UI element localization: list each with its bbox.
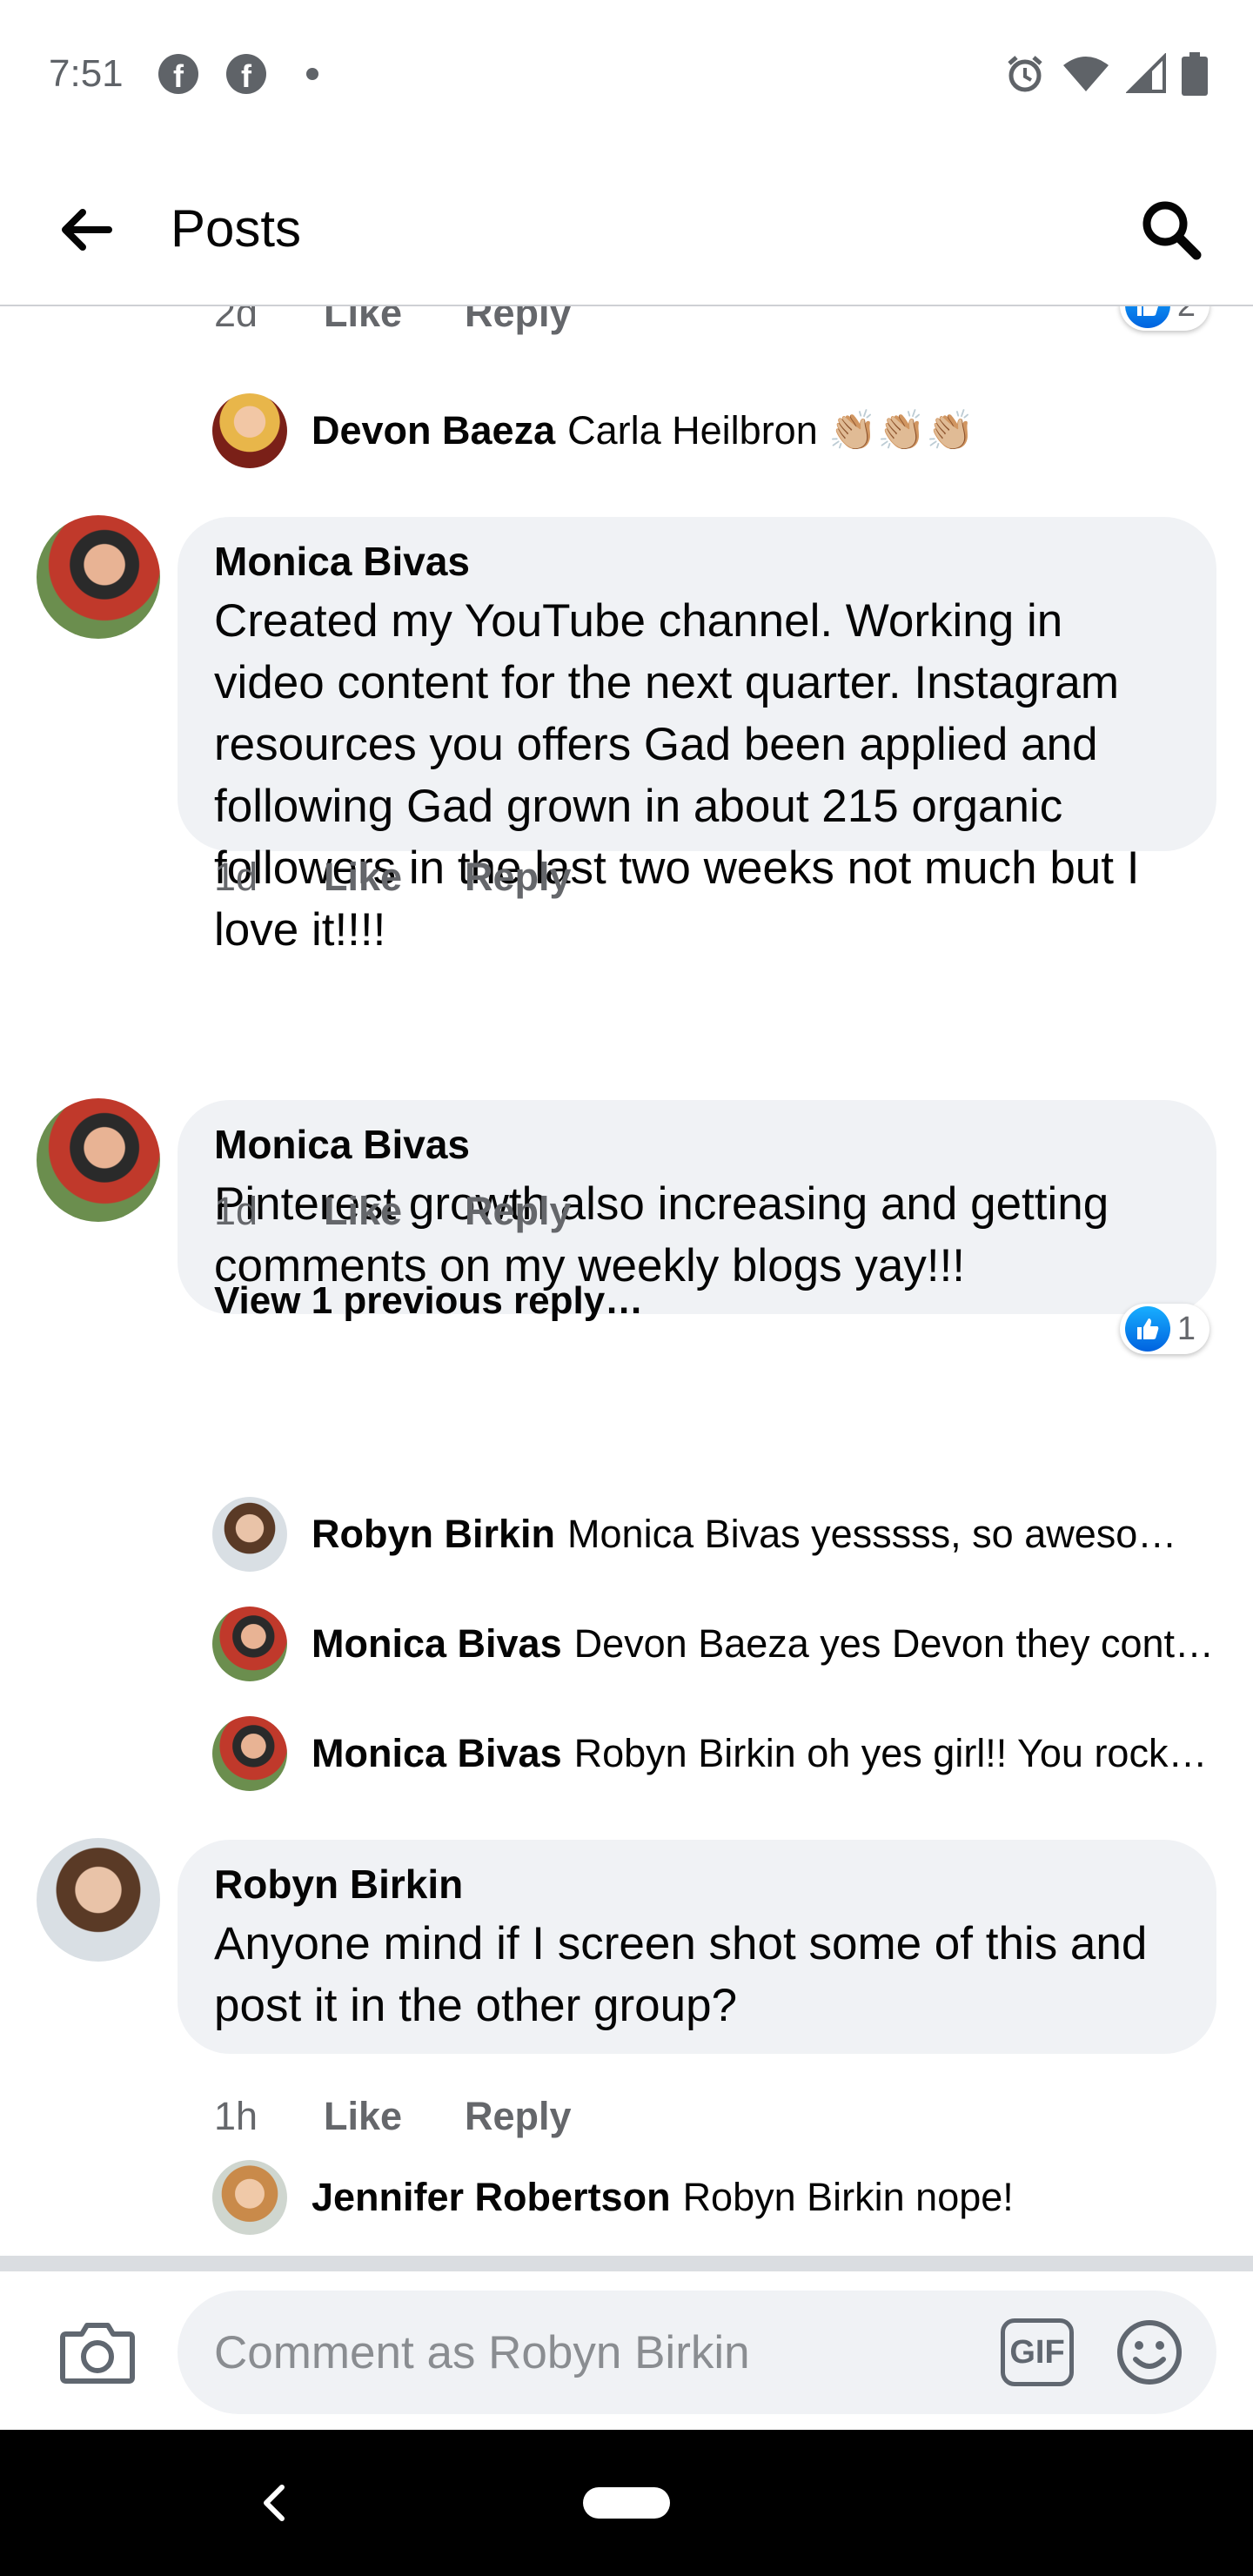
dot-icon — [306, 68, 318, 80]
thumbs-up-icon — [1124, 1306, 1170, 1352]
comment-text: Anyone mind if I screen shot some of thi… — [214, 1918, 1148, 2031]
gif-button[interactable]: GIF — [1001, 2318, 1074, 2386]
like-link[interactable]: Like — [324, 1189, 465, 1234]
view-previous-replies[interactable]: View 1 previous reply… — [214, 1279, 643, 1323]
reaction-badge[interactable]: 1 — [1119, 1304, 1209, 1354]
comment-time: 2d — [214, 306, 258, 335]
comment-meta: 2d Like Reply — [214, 306, 572, 336]
comments-list[interactable]: 2d Like Reply 2 Devon Baeza Carla Heilbro… — [0, 306, 1253, 2256]
chevron-left-icon — [264, 2485, 285, 2521]
avatar[interactable] — [212, 1716, 287, 1791]
reply-author[interactable]: Devon Baeza — [312, 408, 555, 453]
avatar[interactable] — [37, 1838, 160, 1962]
avatar[interactable] — [37, 515, 160, 639]
reply-author[interactable]: Monica Bivas — [312, 1621, 562, 1666]
search-button[interactable] — [1131, 190, 1211, 270]
reply-item[interactable]: Jennifer Robertson Robyn Birkin nope! — [312, 2171, 1216, 2224]
facebook-icon: f — [226, 54, 266, 94]
avatar[interactable] — [37, 1098, 160, 1222]
comment-time: 1d — [214, 855, 258, 899]
alarm-icon — [1008, 56, 1042, 92]
signal-icon — [1126, 53, 1166, 93]
reply-link[interactable]: Reply — [465, 306, 572, 336]
comment-input[interactable] — [214, 2291, 980, 2414]
comment-composer: GIF — [0, 2256, 1253, 2430]
avatar[interactable] — [212, 1497, 287, 1572]
comment-meta: 1d Like Reply — [214, 855, 572, 900]
page-title: Posts — [171, 199, 302, 258]
thumbs-up-icon — [1124, 306, 1170, 328]
reply-link[interactable]: Reply — [465, 1189, 572, 1234]
reply-text: Robyn Birkin nope! — [682, 2175, 1014, 2219]
reaction-count: 1 — [1176, 1310, 1196, 1347]
comment-bubble[interactable]: Robyn Birkin Anyone mind if I screen sho… — [178, 1840, 1216, 2054]
comment-time: 1h — [214, 2094, 258, 2138]
like-link[interactable]: Like — [324, 855, 465, 900]
emoji-button[interactable] — [1112, 2315, 1187, 2390]
like-link[interactable]: Like — [324, 2094, 465, 2139]
comment-bubble[interactable]: Monica Bivas Created my YouTube channel.… — [178, 517, 1216, 956]
avatar[interactable] — [212, 2160, 287, 2235]
reply-link[interactable]: Reply — [465, 2094, 572, 2139]
comment-meta: 1d Like Reply — [214, 1189, 572, 1234]
facebook-icon: f — [158, 54, 198, 94]
comment-time: 1d — [214, 1189, 258, 1233]
comment-author[interactable]: Monica Bivas — [214, 536, 1180, 587]
comment-field[interactable]: GIF — [178, 2291, 1216, 2414]
status-bar: 7:51 f f — [0, 0, 1253, 148]
comment-text: Created my YouTube channel. Working in v… — [214, 595, 1140, 956]
arrow-left-icon — [62, 209, 112, 251]
system-nav-bar — [0, 2430, 1253, 2576]
reply-author[interactable]: Robyn Birkin — [312, 1512, 555, 1556]
comment-meta: 1h Like Reply — [214, 2094, 572, 2139]
reply-item[interactable]: Monica Bivas Devon Baeza yes Devon they c… — [312, 1618, 1216, 1670]
comment-author[interactable]: Robyn Birkin — [214, 1859, 1180, 1909]
reply-author[interactable]: Monica Bivas — [312, 1731, 562, 1775]
like-link[interactable]: Like — [324, 306, 465, 336]
wifi-icon — [1063, 57, 1109, 91]
nav-back-button[interactable] — [245, 2472, 303, 2534]
reply-item[interactable]: Monica Bivas Robyn Birkin oh yes girl!! Y… — [312, 1727, 1216, 1780]
search-icon — [1142, 201, 1202, 260]
back-button[interactable] — [49, 193, 122, 266]
avatar[interactable] — [212, 1607, 287, 1681]
emoji-icon — [1117, 2320, 1182, 2385]
avatar[interactable] — [212, 393, 287, 468]
reply-text: Carla Heilbron 👏🏼👏🏼👏🏼 — [567, 408, 975, 453]
camera-icon — [60, 2323, 135, 2384]
system-icons — [1004, 50, 1208, 97]
reply-author[interactable]: Jennifer Robertson — [312, 2175, 671, 2219]
reply-text: Monica Bivas yesssss, so aweso… — [567, 1512, 1177, 1556]
reaction-badge[interactable]: 2 — [1119, 306, 1209, 331]
reply-text: Robyn Birkin oh yes girl!! You rock… — [573, 1731, 1208, 1775]
app-header: Posts — [0, 148, 1253, 306]
battery-icon — [1182, 52, 1208, 96]
comment-author[interactable]: Monica Bivas — [214, 1119, 1180, 1170]
reply-link[interactable]: Reply — [465, 855, 572, 900]
reply-text: Devon Baeza yes Devon they cont… — [573, 1621, 1215, 1666]
reaction-count: 2 — [1177, 306, 1196, 325]
camera-button[interactable] — [56, 2310, 139, 2393]
nav-home-button[interactable] — [583, 2487, 670, 2519]
reply-item[interactable]: Devon Baeza Carla Heilbron 👏🏼👏🏼👏🏼 — [312, 405, 1216, 457]
status-time: 7:51 — [49, 52, 124, 95]
reply-item[interactable]: Robyn Birkin Monica Bivas yesssss, so awe… — [312, 1508, 1216, 1560]
